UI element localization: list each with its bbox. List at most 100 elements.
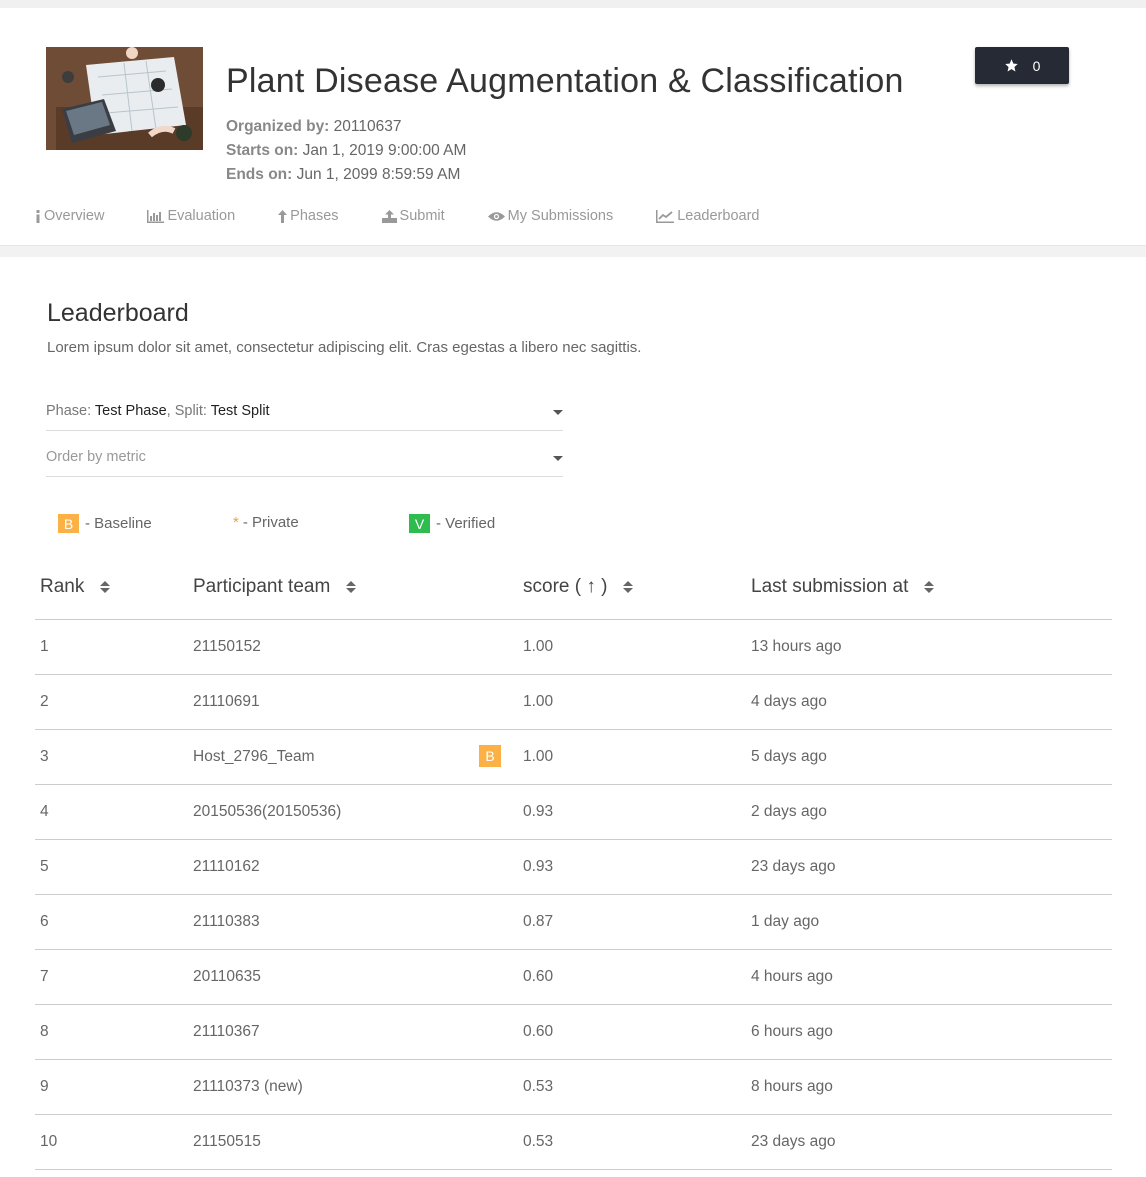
table-row: 3 Host_2796_Team 1.00 5 days ago B [35, 730, 1112, 785]
starts-label: Starts on: [226, 142, 299, 159]
rank-cell: 10 [40, 1133, 58, 1150]
rank-cell: 9 [40, 1078, 49, 1095]
last-submission-cell: 13 hours ago [751, 638, 842, 655]
team-cell: 21110162 [193, 858, 260, 875]
challenge-tabs: Overview Evaluation Phases Submit My Sub… [35, 208, 759, 224]
baseline-label: - Baseline [85, 515, 152, 532]
tab-leaderboard[interactable]: Leaderboard [656, 208, 759, 224]
score-cell: 0.93 [523, 803, 554, 820]
verified-badge: V [409, 514, 430, 533]
private-label: - Private [242, 514, 299, 531]
score-cell: 0.60 [523, 968, 554, 985]
baseline-badge: B [58, 514, 79, 533]
top-strip [0, 0, 1146, 8]
column-header-team[interactable]: Participant team [193, 576, 357, 598]
split-value: Test Split [210, 403, 270, 419]
leaderboard-section: Leaderboard Lorem ipsum dolor sit amet, … [0, 257, 1146, 1177]
starts-on: Starts on: Jan 1, 2019 9:00:00 AM [226, 142, 466, 160]
tab-my-submissions[interactable]: My Submissions [487, 208, 614, 224]
table-row: 1 21150152 1.00 13 hours ago [35, 620, 1112, 675]
tab-label: My Submissions [507, 208, 614, 224]
tab-overview[interactable]: Overview [35, 208, 104, 224]
tab-label: Submit [399, 208, 445, 224]
split-label: , Split: [166, 403, 211, 419]
last-submission-cell: 2 days ago [751, 803, 827, 820]
table-row: 2 21110691 1.00 4 days ago [35, 675, 1112, 730]
star-button[interactable]: 0 [975, 47, 1069, 84]
sort-icon [924, 581, 935, 593]
rank-cell: 5 [40, 858, 49, 875]
challenge-title: Plant Disease Augmentation & Classificat… [226, 62, 904, 100]
tab-label: Phases [290, 208, 339, 224]
leaderboard-title: Leaderboard [47, 299, 189, 327]
score-cell: 1.00 [523, 693, 554, 710]
column-header-label: Participant team [193, 576, 331, 597]
team-cell: 21110373 (new) [193, 1078, 303, 1095]
info-icon [36, 209, 40, 223]
last-submission-cell: 23 days ago [751, 1133, 836, 1150]
legend-baseline: B - Baseline [58, 514, 152, 533]
order-by-placeholder: Order by metric [46, 449, 146, 465]
verified-label: - Verified [436, 515, 496, 532]
phase-label: Phase: [46, 403, 95, 419]
table-row: 7 20110635 0.60 4 hours ago [35, 950, 1112, 1005]
leaderboard-description: Lorem ipsum dolor sit amet, consectetur … [47, 339, 642, 356]
score-cell: 0.53 [523, 1133, 554, 1150]
team-cell: 21110383 [193, 913, 260, 930]
tab-submit[interactable]: Submit [381, 208, 445, 224]
last-submission-cell: 4 days ago [751, 693, 827, 710]
rank-cell: 6 [40, 913, 49, 930]
challenge-header: Plant Disease Augmentation & Classificat… [0, 8, 1146, 246]
phase-split-select[interactable]: Phase: Test Phase, Split: Test Split [46, 397, 563, 431]
column-header-label: Last submission at [751, 576, 909, 597]
column-header-label: Rank [40, 576, 85, 597]
rank-cell: 7 [40, 968, 49, 985]
team-cell: Host_2796_Team [193, 748, 315, 765]
rank-cell: 1 [40, 638, 49, 655]
table-header: Rank Participant team score ( ↑ ) Last s… [35, 560, 1112, 620]
table-row: 9 21110373 (new) 0.53 8 hours ago [35, 1060, 1112, 1115]
phase-value: Test Phase [94, 403, 167, 419]
sort-icon [623, 581, 634, 593]
organized-label: Organized by: [226, 118, 330, 135]
last-submission-cell: 6 hours ago [751, 1023, 833, 1040]
starts-value: Jan 1, 2019 9:00:00 AM [302, 142, 467, 159]
rank-cell: 4 [40, 803, 49, 820]
challenge-image [46, 47, 203, 150]
ends-label: Ends on: [226, 166, 293, 183]
tab-label: Overview [44, 208, 105, 224]
team-cell: 21150515 [193, 1133, 261, 1150]
star-icon [1004, 59, 1018, 72]
leaderboard-table: Rank Participant team score ( ↑ ) Last s… [35, 560, 1112, 1170]
last-submission-cell: 4 hours ago [751, 968, 833, 985]
score-cell: 1.00 [523, 638, 554, 655]
legend-private: * - Private [233, 514, 299, 531]
column-header-score[interactable]: score ( ↑ ) [523, 576, 634, 598]
table-body: 1 21150152 1.00 13 hours ago 2 21110691 1.00 4 … [35, 620, 1112, 1170]
private-asterisk: * [233, 514, 239, 531]
column-header-last-submission[interactable]: Last submission at [751, 576, 935, 598]
table-row: 4 20150536(20150536) 0.93 2 days ago [35, 785, 1112, 840]
upload-arrow-icon [278, 209, 288, 223]
order-by-metric-select[interactable]: Order by metric [46, 443, 563, 477]
upload-icon [381, 209, 397, 223]
team-cell: 20150536(20150536) [193, 803, 342, 820]
section-separator [0, 246, 1146, 257]
score-cell: 0.87 [523, 913, 554, 930]
table-row: 5 21110162 0.93 23 days ago [35, 840, 1112, 895]
organized-by: Organized by: 20110637 [226, 118, 401, 136]
score-cell: 1.00 [523, 748, 554, 765]
tab-evaluation[interactable]: Evaluation [147, 208, 235, 224]
ends-on: Ends on: Jun 1, 2099 8:59:59 AM [226, 166, 460, 184]
tab-phases[interactable]: Phases [278, 208, 339, 224]
chevron-down-icon [553, 456, 563, 461]
tab-label: Leaderboard [677, 208, 760, 224]
last-submission-cell: 5 days ago [751, 748, 827, 765]
chevron-down-icon [553, 410, 563, 415]
team-cell: 21110691 [193, 693, 260, 710]
column-header-rank[interactable]: Rank [40, 576, 111, 598]
rank-cell: 2 [40, 693, 49, 710]
sort-icon [100, 581, 111, 593]
team-cell: 21110367 [193, 1023, 260, 1040]
last-submission-cell: 23 days ago [751, 858, 836, 875]
